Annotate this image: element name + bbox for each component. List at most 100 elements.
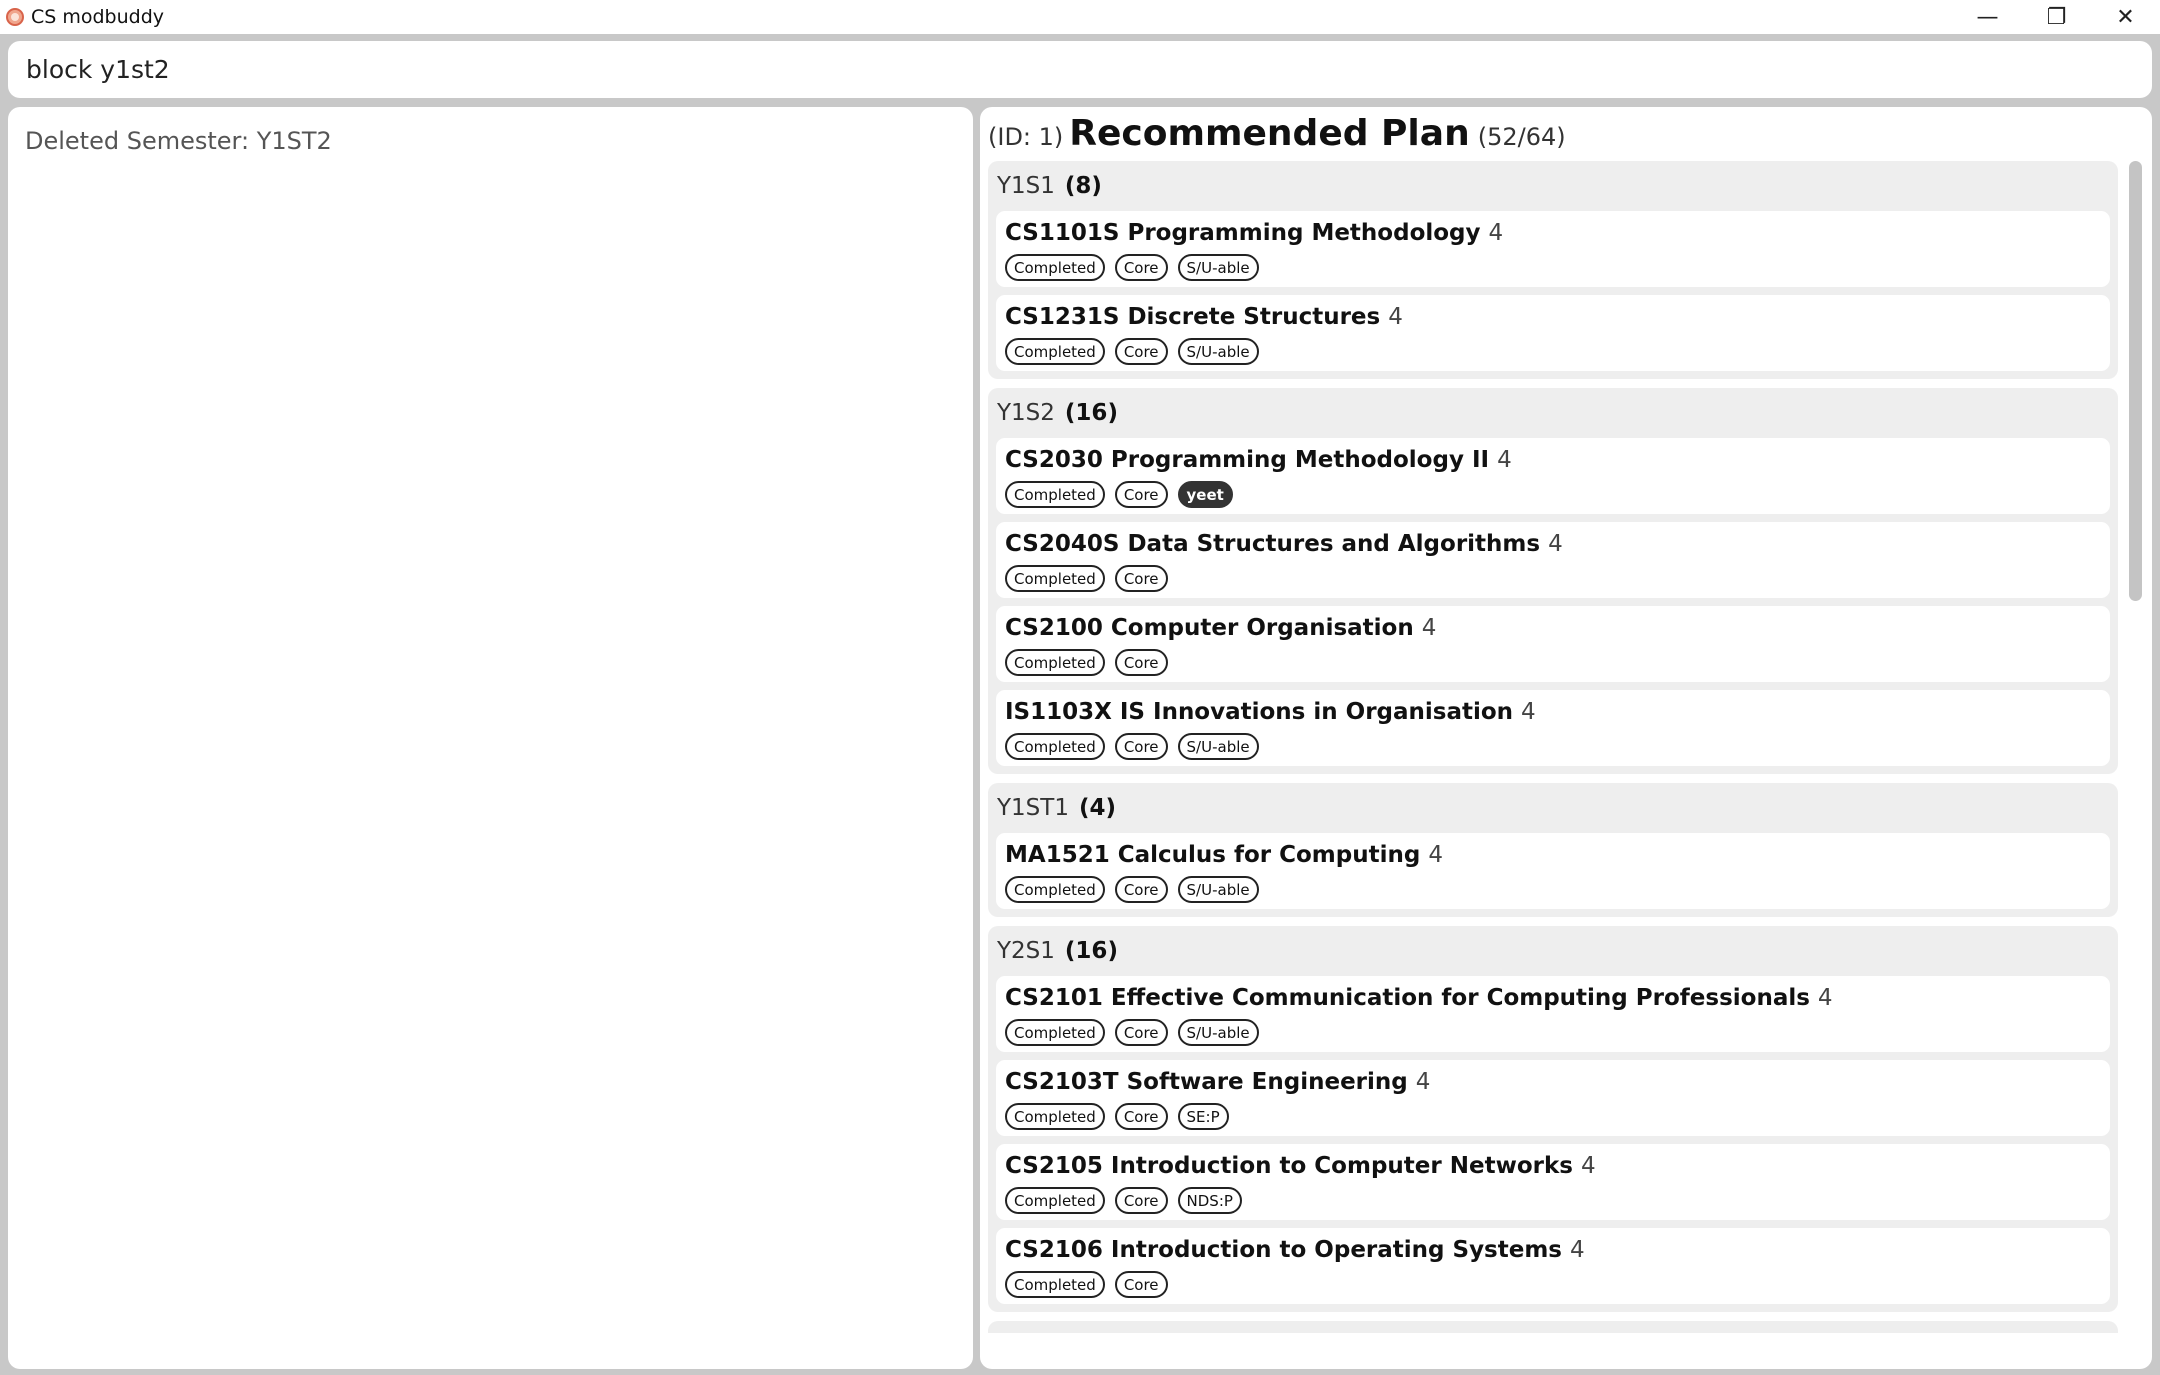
- module-title-row: CS1231S Discrete Structures 4: [1005, 302, 2101, 332]
- module-tags: Completed Core yeet: [1005, 481, 2101, 508]
- module-title-row: IS1103X IS Innovations in Organisation 4: [1005, 697, 2101, 727]
- module-tag: Completed: [1005, 254, 1105, 281]
- window-controls: — ❐ ✕: [1953, 0, 2160, 34]
- semester-list[interactable]: Y1S1 (8) CS1101S Programming Methodology 4 C…: [988, 161, 2118, 1369]
- module-tag: Completed: [1005, 1187, 1105, 1214]
- module-title: CS1101S Programming Methodology: [1005, 220, 1481, 246]
- module-tags: Completed Core S/U-able: [1005, 338, 2101, 365]
- semester-header: Y1S1 (8): [996, 161, 2110, 211]
- module-tags: Completed Core: [1005, 649, 2101, 676]
- module-tags: Completed Core: [1005, 565, 2101, 592]
- module-title-row: CS2100 Computer Organisation 4: [1005, 613, 2101, 643]
- semester-credits: (8): [1064, 173, 1102, 199]
- plan-credits: (52/64): [1477, 123, 1566, 151]
- module-tag: Core: [1114, 1019, 1168, 1046]
- module-tag: Completed: [1005, 733, 1105, 760]
- app-logo-icon: [6, 8, 24, 26]
- module-card[interactable]: CS2100 Computer Organisation 4 Completed Co…: [996, 606, 2110, 682]
- module-tag: Core: [1114, 1103, 1168, 1130]
- scrollbar[interactable]: [2126, 161, 2144, 1369]
- module-tag: S/U-able: [1177, 1019, 1259, 1046]
- module-title: CS2106 Introduction to Operating Systems: [1005, 1237, 1562, 1263]
- module-card[interactable]: CS2106 Introduction to Operating Systems…: [996, 1228, 2110, 1304]
- command-input[interactable]: block y1st2: [8, 41, 2152, 98]
- module-tag: yeet: [1177, 481, 1233, 508]
- minimize-icon[interactable]: —: [1953, 0, 2022, 34]
- plan-id: (ID: 1): [988, 123, 1064, 151]
- module-card[interactable]: CS2101 Effective Communication for Compu…: [996, 976, 2110, 1052]
- module-tag: S/U-able: [1177, 733, 1259, 760]
- window-title: CS modbuddy: [31, 6, 165, 28]
- module-tag: Completed: [1005, 1019, 1105, 1046]
- module-card[interactable]: IS1103X IS Innovations in Organisation 4 C…: [996, 690, 2110, 766]
- module-title-row: CS2106 Introduction to Operating Systems…: [1005, 1235, 2101, 1265]
- module-title: CS1231S Discrete Structures: [1005, 304, 1381, 330]
- semester-card: Y1ST1 (4) MA1521 Calculus for Computing 4 Co…: [988, 783, 2118, 917]
- module-title-row: CS2040S Data Structures and Algorithms 4: [1005, 529, 2101, 559]
- scrollbar-thumb[interactable]: [2129, 161, 2142, 601]
- module-credits: 4: [1570, 1237, 1585, 1263]
- close-icon[interactable]: ✕: [2091, 0, 2160, 34]
- module-tag: Completed: [1005, 649, 1105, 676]
- module-tags: Completed Core S/U-able: [1005, 733, 2101, 760]
- semester-credits: (16): [1064, 938, 1118, 964]
- plan-header: (ID: 1) Recommended Plan (52/64): [988, 113, 1566, 163]
- semester-card: Y2S1 (16) CS2101 Effective Communication f…: [988, 926, 2118, 1312]
- module-credits: 4: [1548, 531, 1563, 557]
- semester-header: Y1S2 (16): [996, 388, 2110, 438]
- module-card[interactable]: CS1101S Programming Methodology 4 Complete…: [996, 211, 2110, 287]
- module-tags: Completed Core S/U-able: [1005, 1019, 2101, 1046]
- module-tag: NDS:P: [1177, 1187, 1242, 1214]
- module-tag: Core: [1114, 481, 1168, 508]
- module-title: IS1103X IS Innovations in Organisation: [1005, 699, 1514, 725]
- module-credits: 4: [1428, 842, 1443, 868]
- module-credits: 4: [1388, 304, 1403, 330]
- module-tag: Completed: [1005, 1271, 1105, 1298]
- module-tag: Core: [1114, 254, 1168, 281]
- result-message: Deleted Semester: Y1ST2: [25, 127, 332, 155]
- module-credits: 4: [1521, 699, 1536, 725]
- module-tag: Core: [1114, 733, 1168, 760]
- semester-card: Y1S2 (16) CS2030 Programming Methodology I…: [988, 388, 2118, 774]
- module-credits: 4: [1817, 985, 1833, 1011]
- module-card[interactable]: CS2030 Programming Methodology II 4 Comple…: [996, 438, 2110, 514]
- module-card[interactable]: CS1231S Discrete Structures 4 Completed Cor…: [996, 295, 2110, 371]
- module-card[interactable]: MA1521 Calculus for Computing 4 Completed C…: [996, 833, 2110, 909]
- module-credits: 4: [1421, 615, 1437, 641]
- title-bar: CS modbuddy — ❐ ✕: [0, 0, 2160, 34]
- module-tags: Completed Core NDS:P: [1005, 1187, 2101, 1214]
- semester-card-partial: [988, 1321, 2118, 1333]
- module-tag: Core: [1114, 1271, 1168, 1298]
- module-title: MA1521 Calculus for Computing: [1005, 842, 1421, 868]
- module-tag: Completed: [1005, 876, 1105, 903]
- module-tag: Completed: [1005, 565, 1105, 592]
- restore-icon[interactable]: ❐: [2022, 0, 2091, 34]
- semester-name: Y1ST1: [997, 795, 1069, 821]
- module-title: CS2101 Effective Communication for Compu…: [1005, 985, 1810, 1011]
- module-title: CS2030 Programming Methodology II: [1005, 447, 1490, 473]
- module-card[interactable]: CS2105 Introduction to Computer Networks…: [996, 1144, 2110, 1220]
- semester-header: Y2S1 (16): [996, 926, 2110, 976]
- module-tag: Core: [1114, 876, 1168, 903]
- module-tag: Core: [1114, 565, 1168, 592]
- semester-name: Y1S2: [997, 400, 1055, 426]
- module-title: CS2105 Introduction to Computer Networks: [1005, 1153, 1573, 1179]
- semester-name: Y2S1: [997, 938, 1055, 964]
- module-credits: 4: [1580, 1153, 1596, 1179]
- module-tag: Completed: [1005, 481, 1105, 508]
- module-tag: Completed: [1005, 338, 1105, 365]
- module-tag: Completed: [1005, 1103, 1105, 1130]
- module-card[interactable]: CS2103T Software Engineering 4 Completed Co…: [996, 1060, 2110, 1136]
- module-tags: Completed Core S/U-able: [1005, 254, 2101, 281]
- module-title-row: CS2030 Programming Methodology II 4: [1005, 445, 2101, 475]
- module-tag: S/U-able: [1177, 338, 1259, 365]
- module-card[interactable]: CS2040S Data Structures and Algorithms 4 C…: [996, 522, 2110, 598]
- module-credits: 4: [1415, 1069, 1431, 1095]
- result-display: Deleted Semester: Y1ST2: [8, 107, 973, 1369]
- module-tags: Completed Core: [1005, 1271, 2101, 1298]
- module-tags: Completed Core SE:P: [1005, 1103, 2101, 1130]
- module-title: CS2103T Software Engineering: [1005, 1069, 1408, 1095]
- module-title-row: MA1521 Calculus for Computing 4: [1005, 840, 2101, 870]
- module-tag: Core: [1114, 1187, 1168, 1214]
- semester-name: Y1S1: [997, 173, 1055, 199]
